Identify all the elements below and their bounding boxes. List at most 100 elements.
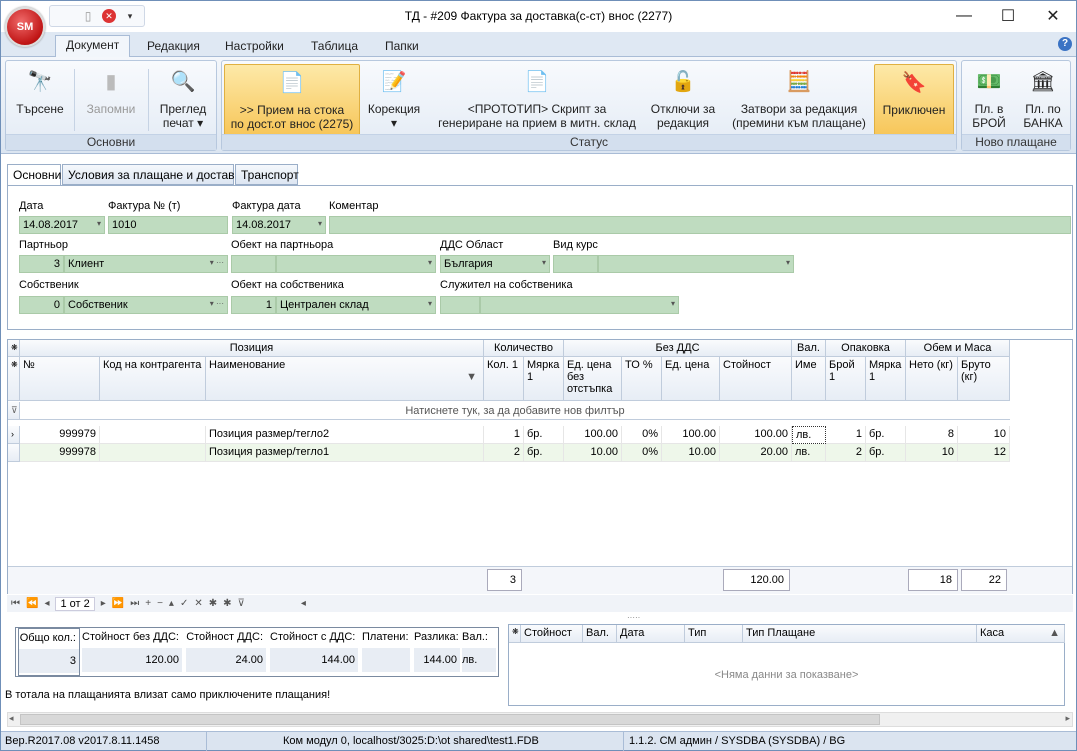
vat-region-field[interactable]: България ▾ <box>440 255 550 273</box>
first-page-icon[interactable]: ⏮ <box>11 598 20 609</box>
chevron-down-icon[interactable]: ▾ <box>786 258 790 267</box>
owner-object-id-field[interactable]: 1 <box>231 296 276 314</box>
comment-field[interactable] <box>329 216 1071 234</box>
col-qty1[interactable]: Кол. 1 <box>484 357 524 401</box>
print-preview-button[interactable]: 🔍 Преглед печат ▾ <box>152 64 214 136</box>
next-page-icon[interactable]: ⏩ <box>112 598 124 609</box>
last-page-icon[interactable]: ⏭ <box>130 598 139 609</box>
tab-edit[interactable]: Редакция <box>137 37 210 57</box>
close-for-edit-button[interactable]: 🧮 Затвори за редакция (премини към плаща… <box>726 64 872 136</box>
table-cell[interactable]: 8 <box>906 426 958 444</box>
chevron-down-icon[interactable]: ▾ <box>318 219 322 228</box>
rate-type-id-field[interactable] <box>553 255 598 273</box>
table-cell[interactable]: 2 <box>826 444 866 462</box>
grid-corner-icon[interactable]: ❋ <box>509 625 521 643</box>
owner-field[interactable]: Собственик ▾ ··· <box>64 296 228 314</box>
prev-page-icon[interactable]: ⏪ <box>26 598 38 609</box>
table-cell[interactable]: 100.00 <box>720 426 792 444</box>
tab-settings[interactable]: Настройки <box>215 37 294 57</box>
table-cell[interactable]: 10.00 <box>564 444 622 462</box>
correction-button[interactable]: 📝 Корекция ▾ <box>364 64 424 136</box>
chevron-down-icon[interactable]: ▾ <box>97 219 101 228</box>
col-count1[interactable]: Брой 1 <box>826 357 866 401</box>
invoice-date-field[interactable]: 14.08.2017 ▾ <box>232 216 326 234</box>
col-unit1[interactable]: Мярка 1 <box>524 357 564 401</box>
chevron-down-icon[interactable]: ▾ ··· <box>210 299 224 308</box>
rate-type-field[interactable]: ▾ <box>598 255 794 273</box>
col-price-no-discount[interactable]: Ед. цена без отстъпка <box>564 357 622 401</box>
edit-icon[interactable]: ▴ <box>169 598 174 609</box>
app-logo[interactable]: SM <box>5 7 45 47</box>
post-icon[interactable]: ✓ <box>180 598 188 609</box>
table-cell[interactable]: 10 <box>906 444 958 462</box>
cancel-icon[interactable]: ✕ <box>194 598 202 609</box>
scroll-left-icon[interactable]: ◂ <box>301 598 306 609</box>
minimize-button[interactable]: — <box>941 1 987 31</box>
search-button[interactable]: 🔭 Търсене <box>10 64 70 136</box>
col-partner-code[interactable]: Код на контрагента <box>100 357 206 401</box>
pay-col-payment-type[interactable]: Тип Плащане <box>743 625 977 643</box>
filter-icon[interactable]: ⊽ <box>238 598 245 609</box>
chevron-down-icon[interactable]: ▾ <box>542 258 546 267</box>
col-number[interactable]: № <box>20 357 100 401</box>
pay-cash-button[interactable]: 💵 Пл. в БРОЙ <box>966 64 1012 136</box>
pay-bank-button[interactable]: 🏛 Пл. по БАНКА <box>1018 64 1068 136</box>
partner-field[interactable]: Клиент ▾ ··· <box>64 255 228 273</box>
row-indicator[interactable] <box>8 444 20 462</box>
next-icon[interactable]: ▸ <box>101 598 106 609</box>
table-cell[interactable] <box>100 426 206 444</box>
table-cell[interactable]: 999979 <box>20 426 100 444</box>
partner-object-id-field[interactable] <box>231 255 276 273</box>
table-cell[interactable]: 999978 <box>20 444 100 462</box>
partner-id-field[interactable]: 3 <box>19 255 64 273</box>
pay-col-date[interactable]: Дата <box>617 625 685 643</box>
table-cell[interactable]: бр. <box>866 426 906 444</box>
date-field[interactable]: 14.08.2017 ▾ <box>19 216 105 234</box>
table-cell[interactable]: бр. <box>524 426 564 444</box>
invoice-no-field[interactable]: 1010 <box>108 216 228 234</box>
chevron-down-icon[interactable]: ▾ ··· <box>210 258 224 267</box>
pay-col-cashbox[interactable]: Каса ▲ <box>977 625 1065 643</box>
filter-icon[interactable]: ⊽ <box>8 402 20 420</box>
tab-transport[interactable]: Транспорт <box>235 164 299 185</box>
filter-hint[interactable]: Натиснете тук, за да добавите нов филтър <box>20 402 1010 420</box>
owner-employee-id-field[interactable] <box>440 296 480 314</box>
table-cell[interactable]: 12 <box>958 444 1010 462</box>
delete-icon[interactable]: − <box>157 598 163 609</box>
help-icon[interactable]: ? <box>1058 37 1072 51</box>
col-discount[interactable]: ТО % <box>622 357 662 401</box>
col-pack-unit1[interactable]: Мярка 1 <box>866 357 906 401</box>
table-cell[interactable]: 1 <box>484 426 524 444</box>
owner-object-field[interactable]: Централен склад ▾ <box>276 296 436 314</box>
table-cell[interactable]: бр. <box>524 444 564 462</box>
remember-button[interactable]: ▮ Запомни <box>78 64 144 136</box>
table-cell[interactable]: Позиция размер/тегло2 <box>206 426 484 444</box>
table-cell[interactable]: 10 <box>958 426 1010 444</box>
col-value[interactable]: Стойност <box>720 357 792 401</box>
tab-table[interactable]: Таблица <box>301 37 368 57</box>
pay-col-type[interactable]: Тип <box>685 625 743 643</box>
grid-corner-icon[interactable]: ❋ <box>8 340 20 357</box>
partner-object-field[interactable]: ▾ <box>276 255 436 273</box>
owner-employee-field[interactable]: ▾ <box>480 296 679 314</box>
maximize-button[interactable]: ☐ <box>985 1 1031 31</box>
prototype-script-button[interactable]: 📄 <ПРОТОТИП> Скрипт за генериране на при… <box>434 64 640 136</box>
table-cell[interactable]: 0% <box>622 444 662 462</box>
chevron-down-icon[interactable]: ▾ <box>428 299 432 308</box>
tab-basic[interactable]: Основни <box>7 164 61 186</box>
tab-document[interactable]: Документ <box>55 35 131 58</box>
table-cell[interactable]: 1 <box>826 426 866 444</box>
table-cell[interactable]: 100.00 <box>564 426 622 444</box>
chevron-down-icon[interactable]: ▾ <box>428 258 432 267</box>
finished-button[interactable]: 🔖 Приключен <box>874 64 954 136</box>
splitter-grip[interactable]: ····· <box>627 613 640 622</box>
col-name[interactable]: Наименование ▼ <box>206 357 484 401</box>
col-net-kg[interactable]: Нето (кг) <box>906 357 958 401</box>
table-cell[interactable]: Позиция размер/тегло1 <box>206 444 484 462</box>
bookmark-icon[interactable]: ✱ <box>223 598 231 609</box>
table-cell[interactable]: бр. <box>866 444 906 462</box>
scroll-left-icon[interactable]: ◂ <box>9 713 14 724</box>
insert-icon[interactable]: + <box>145 598 151 609</box>
table-cell[interactable]: 20.00 <box>720 444 792 462</box>
col-unit-price[interactable]: Ед. цена <box>662 357 720 401</box>
